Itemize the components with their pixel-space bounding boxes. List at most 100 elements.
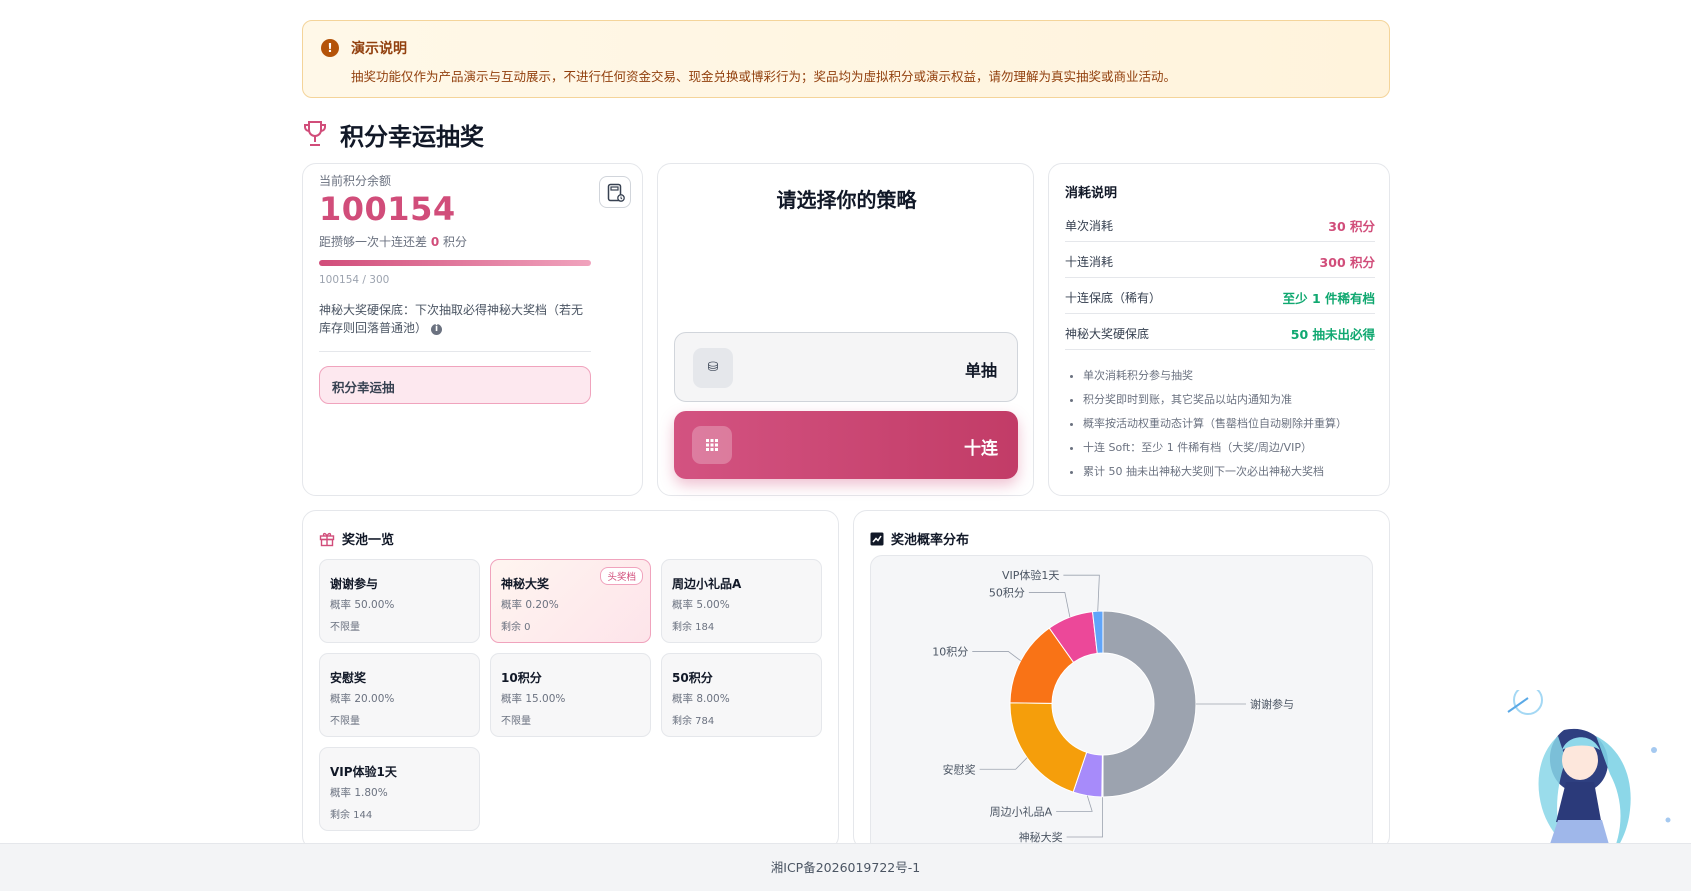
cost-row: 十连保底（稀有） 至少 1 件稀有档	[1065, 278, 1375, 314]
prize-card: 神秘大奖 头奖档 概率 0.20% 剩余 0	[490, 559, 651, 643]
chart-area: 谢谢参与神秘大奖 周边小礼品A 安慰奖 10积分 50积分 VIP体验1天	[870, 555, 1373, 851]
trophy-icon	[304, 121, 326, 146]
note-item: 累计 50 抽未出神秘大奖则下一次必出神秘大奖档	[1083, 463, 1383, 487]
single-draw-label: 单抽	[964, 361, 997, 380]
prize-stock: 剩余 144	[330, 810, 373, 821]
pie-label-6: VIP体验1天	[1002, 568, 1059, 582]
alert-icon: !	[321, 39, 339, 57]
coins-icon: ⛁	[693, 348, 733, 388]
pie-slice-0[interactable]	[1102, 610, 1197, 798]
pie-label-5: 50积分	[989, 586, 1025, 599]
prize-name: 10积分	[501, 671, 542, 685]
prize-name: 谢谢参与	[330, 577, 379, 591]
guarantee-text: 神秘大奖硬保底：下次抽取必得神秘大奖档（若无库存则回落普通池） i	[319, 301, 591, 337]
gap-text: 距攒够一次十连还差 0 积分	[319, 233, 467, 250]
single-draw-button[interactable]: ⛁ 单抽	[674, 332, 1018, 402]
prize-name: 周边小礼品A	[672, 577, 742, 591]
pie-leader-6	[1063, 574, 1100, 612]
balance-value: 100154	[319, 190, 456, 228]
notice-title: 演示说明	[351, 41, 407, 57]
prize-stock: 剩余 784	[672, 716, 715, 727]
ten-draw-label: 十连	[964, 439, 998, 459]
progress-text: 100154 / 300	[319, 274, 390, 286]
strategy-title: 请选择你的策略	[776, 188, 917, 212]
icp-text: 湘ICP备2026019722号-1	[770, 860, 921, 875]
pie-label-0: 谢谢参与	[1250, 697, 1294, 711]
cost-row-key: 十连消耗	[1065, 255, 1114, 269]
grid-icon	[692, 426, 732, 464]
calculator-icon	[607, 183, 625, 202]
note-item: 单次消耗积分参与抽奖	[1083, 367, 1383, 391]
prize-prob: 概率 8.00%	[672, 693, 730, 705]
pie-leader-5	[1028, 592, 1071, 618]
cost-row-value: 30 积分	[1328, 219, 1375, 234]
progress-fill	[319, 260, 591, 266]
ten-draw-button[interactable]: 十连	[674, 411, 1018, 479]
chart-line-icon	[870, 532, 884, 545]
cost-row: 单次消耗 30 积分	[1065, 206, 1375, 242]
gap-prefix: 距攒够一次十连还差	[319, 235, 428, 249]
donut-chart: 谢谢参与神秘大奖 周边小礼品A 安慰奖 10积分 50积分 VIP体验1天	[932, 568, 1294, 844]
prize-card: VIP体验1天 概率 1.80% 剩余 144	[319, 747, 480, 831]
pool-title: 奖池一览	[342, 533, 395, 548]
pool-header: 奖池一览	[319, 529, 394, 548]
footer: 湘ICP备2026019722号-1	[0, 843, 1691, 891]
prize-card: 谢谢参与 概率 50.00% 不限量	[319, 559, 480, 643]
prize-card: 周边小礼品A 概率 5.00% 剩余 184	[661, 559, 822, 643]
gap-value: 0	[430, 235, 440, 249]
prize-name: 安慰奖	[330, 671, 367, 685]
pie-slice-3[interactable]	[1009, 702, 1088, 793]
jackpot-badge: 头奖档	[600, 567, 643, 585]
prize-prob: 概率 5.00%	[672, 599, 730, 611]
note-item: 概率按活动权重动态计算（售罄档位自动剔除并重算）	[1083, 415, 1383, 439]
prize-prob: 概率 20.00%	[330, 693, 395, 705]
prize-prob: 概率 50.00%	[330, 599, 395, 611]
prize-name: 神秘大奖	[501, 577, 550, 591]
note-item: 积分奖即时到账，其它奖品以站内通知为准	[1083, 391, 1383, 415]
pie-label-2: 周边小礼品A	[990, 804, 1053, 818]
pool-select-pill[interactable]: 积分幸运抽	[319, 366, 591, 404]
guarantee-label: 神秘大奖硬保底：下次抽取必得神秘大奖档（若无库存则回落普通池）	[319, 303, 584, 335]
cost-row: 十连消耗 300 积分	[1065, 242, 1375, 278]
divider	[319, 351, 591, 352]
gap-suffix: 积分	[443, 235, 468, 249]
prize-stock: 剩余 0	[501, 622, 531, 633]
gift-icon	[319, 532, 335, 546]
prize-card: 50积分 概率 8.00% 剩余 784	[661, 653, 822, 737]
prize-card: 10积分 概率 15.00% 不限量	[490, 653, 651, 737]
pie-leader-3	[979, 757, 1028, 770]
cost-title: 消耗说明	[1065, 186, 1118, 201]
calculator-button[interactable]	[599, 176, 631, 208]
info-icon[interactable]: i	[431, 324, 443, 335]
prize-prob: 概率 15.00%	[501, 693, 566, 705]
cost-row: 神秘大奖硬保底 50 抽未出必得	[1065, 314, 1375, 350]
prize-prob: 概率 1.80%	[330, 787, 388, 799]
prize-name: 50积分	[672, 671, 713, 685]
page-header: 积分幸运抽奖	[302, 114, 484, 154]
prize-stock: 剩余 184	[672, 622, 715, 633]
progress-bar	[319, 260, 591, 266]
probability-chart-card: 奖池概率分布 谢谢参与神秘大奖 周边小礼品A 安慰奖 10积分 50积分 VIP体验1天	[853, 510, 1390, 851]
cost-card: 消耗说明 单次消耗 30 积分 十连消耗 300 积分 十连保底（稀有） 至少 …	[1048, 163, 1390, 496]
prize-card: 安慰奖 概率 20.00% 不限量	[319, 653, 480, 737]
page-title: 积分幸运抽奖	[340, 122, 484, 151]
notice-text: 抽奖功能仅作为产品演示与互动展示，不进行任何资金交易、现金兑换或博彩行为；奖品均…	[351, 69, 1177, 84]
strategy-card: 请选择你的策略 ⛁ 单抽 十连	[657, 163, 1034, 496]
prize-stock: 不限量	[330, 622, 360, 633]
demo-notice: ! 演示说明 抽奖功能仅作为产品演示与互动展示，不进行任何资金交易、现金兑换或博…	[302, 20, 1390, 98]
prize-stock: 不限量	[330, 716, 360, 727]
prize-prob: 概率 0.20%	[501, 599, 559, 611]
cost-row-key: 十连保底（稀有）	[1065, 291, 1162, 305]
pie-label-1: 神秘大奖	[1019, 830, 1063, 844]
balance-card: 当前积分余额 100154 距攒够一次十连还差 0 积分 100154 / 30…	[302, 163, 643, 496]
pie-leader-2	[1056, 795, 1093, 812]
prize-name: VIP体验1天	[330, 765, 397, 779]
pie-label-4: 10积分	[932, 645, 968, 658]
cost-row-key: 单次消耗	[1065, 219, 1114, 233]
cost-notes: 单次消耗积分参与抽奖 积分奖即时到账，其它奖品以站内通知为准 概率按活动权重动态…	[1083, 367, 1383, 487]
chart-title: 奖池概率分布	[891, 533, 970, 548]
pie-label-3: 安慰奖	[943, 762, 976, 776]
cost-row-value: 至少 1 件稀有档	[1282, 291, 1375, 306]
balance-label: 当前积分余额	[319, 174, 392, 188]
chart-header: 奖池概率分布	[870, 529, 969, 548]
